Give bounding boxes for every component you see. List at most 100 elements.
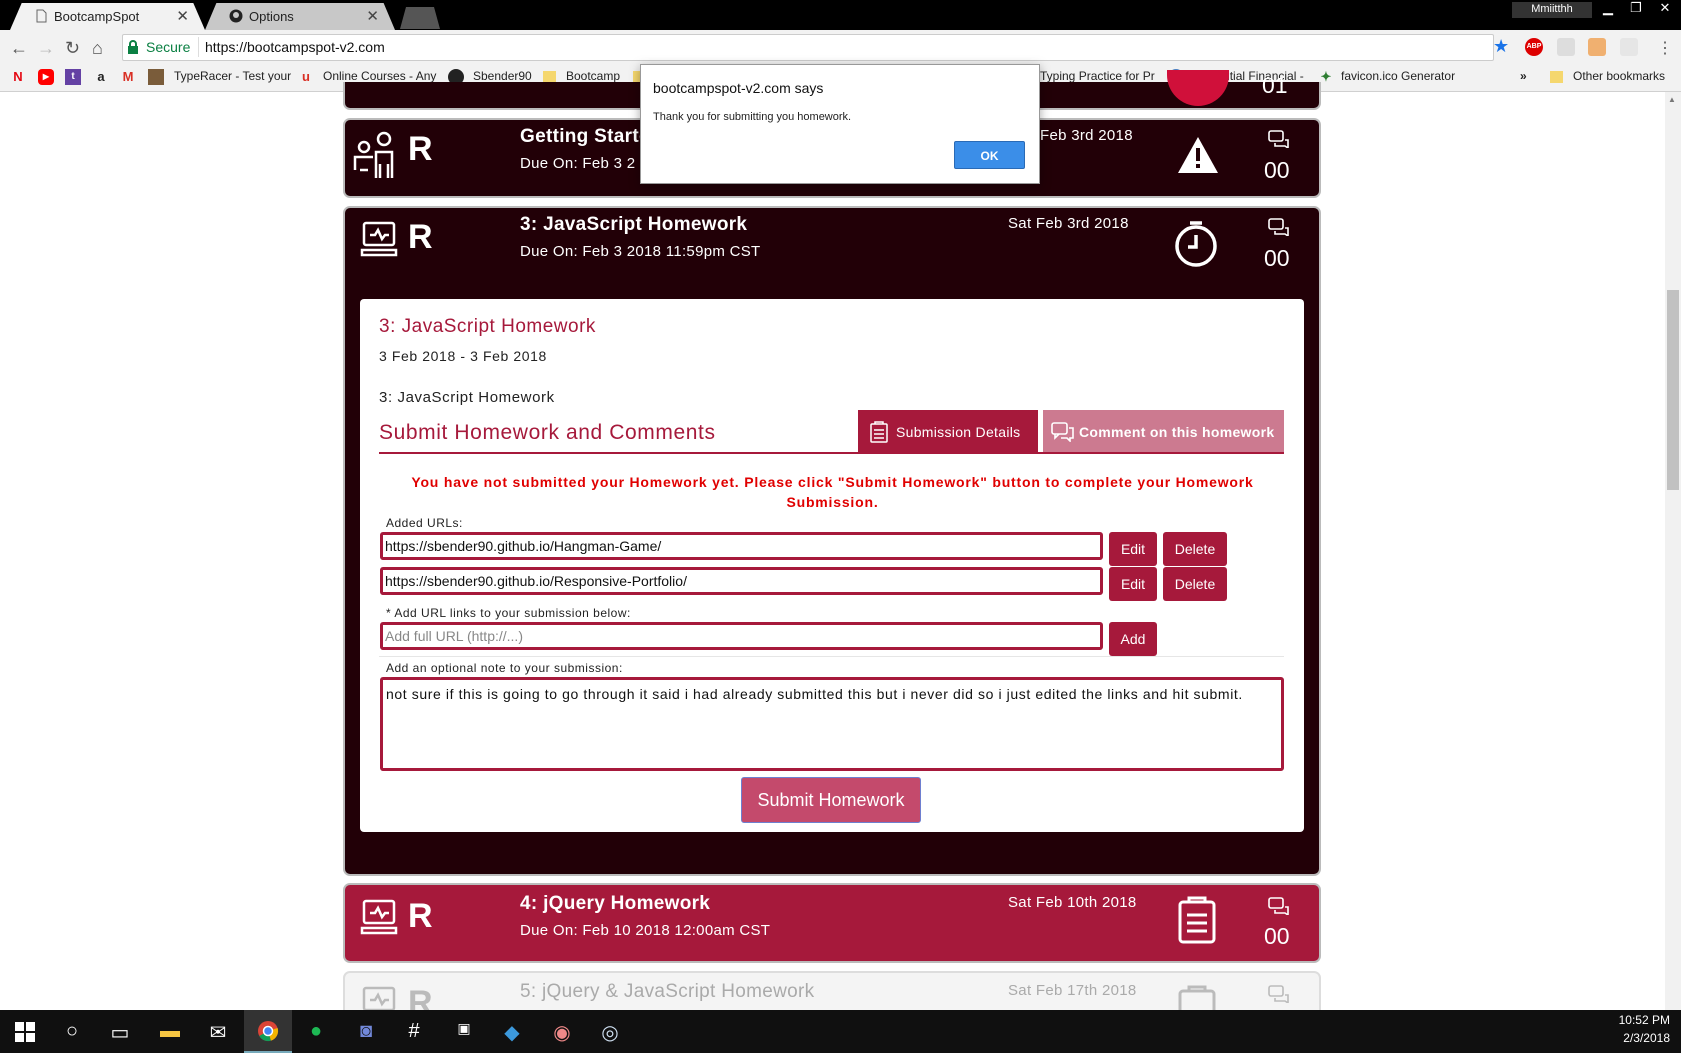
new-tab-button[interactable] — [400, 7, 440, 29]
forward-icon[interactable]: → — [37, 38, 55, 59]
discord-icon[interactable]: ◙ — [342, 1010, 390, 1053]
assignment-card[interactable] — [343, 883, 1321, 963]
divider — [379, 656, 1284, 657]
delete-button[interactable]: Delete — [1163, 532, 1227, 566]
assignment-due: Due On: Feb 10 2018 12:00am CST — [520, 922, 771, 939]
bookmark-typeracer[interactable]: TypeRacer - Test your — [174, 69, 291, 83]
close-icon[interactable]: ✕ — [366, 7, 379, 25]
home-icon[interactable]: ⌂ — [92, 38, 103, 59]
folder-icon[interactable] — [1550, 71, 1563, 83]
dialog-ok-button[interactable]: OK — [954, 141, 1025, 169]
app-icon[interactable]: ◉ — [538, 1010, 586, 1053]
task-view-icon[interactable]: ▭ — [96, 1010, 144, 1053]
slack-icon[interactable]: # — [390, 1010, 438, 1053]
steam-icon[interactable]: ◎ — [586, 1010, 634, 1053]
required-badge: R — [408, 130, 433, 168]
scroll-up-icon[interactable]: ▲ — [1668, 95, 1676, 104]
clipboard-icon — [1178, 896, 1216, 944]
tab-comment[interactable]: Comment on this homework — [1043, 410, 1284, 452]
typeracer-icon[interactable] — [148, 69, 164, 85]
bookmark-bootcamp[interactable]: Bootcamp — [566, 69, 620, 83]
extension-icon[interactable] — [1557, 38, 1575, 56]
tab-options[interactable]: Options ✕ — [205, 3, 395, 30]
profile-button[interactable]: Mmiitthh — [1512, 2, 1592, 18]
tab-title: Options — [249, 9, 294, 24]
chrome-icon[interactable] — [244, 1010, 292, 1053]
bookmark-star-icon[interactable]: ★ — [1493, 36, 1509, 57]
menu-icon[interactable]: ⋮ — [1657, 38, 1673, 58]
scrollbar-thumb[interactable] — [1667, 290, 1679, 490]
url-field[interactable]: https://sbender90.github.io/Responsive-P… — [380, 567, 1103, 595]
add-button[interactable]: Add — [1109, 622, 1157, 656]
twitch-icon[interactable]: t — [65, 69, 81, 85]
computer-icon — [360, 221, 398, 257]
scrollbar[interactable] — [1665, 92, 1681, 1010]
adblock-icon[interactable]: ABP — [1525, 38, 1543, 56]
delete-button[interactable]: Delete — [1163, 567, 1227, 601]
minimize-icon[interactable]: ▁ — [1594, 0, 1622, 18]
teacher-icon — [353, 131, 394, 178]
panel-title: 3: JavaScript Homework — [379, 316, 596, 337]
restore-icon[interactable]: ❐ — [1622, 0, 1650, 18]
add-url-input[interactable]: Add full URL (http://...) — [380, 622, 1103, 650]
required-badge: R — [408, 984, 433, 1010]
bookmark-typing-practice[interactable]: Typing Practice for Pr — [1040, 69, 1155, 83]
udemy-icon[interactable]: u — [298, 69, 314, 85]
url-divider — [198, 37, 199, 57]
assignment-date: Sat Feb 10th 2018 — [1008, 894, 1137, 911]
terminal-icon[interactable]: ▣ — [440, 1010, 488, 1053]
edit-button[interactable]: Edit — [1109, 532, 1157, 566]
clock-time: 10:52 PM — [1618, 1013, 1670, 1027]
vscode-icon[interactable]: ◆ — [488, 1010, 536, 1053]
dialog-title: bootcampspot-v2.com says — [653, 80, 824, 96]
url-text[interactable]: https://bootcampspot-v2.com — [205, 39, 385, 55]
window-close-icon[interactable]: ✕ — [1651, 0, 1679, 18]
mail-icon[interactable]: ✉ — [194, 1010, 242, 1053]
edit-button[interactable]: Edit — [1109, 567, 1157, 601]
extension-icon[interactable] — [1620, 38, 1638, 56]
clock-date: 2/3/2018 — [1623, 1031, 1670, 1045]
youtube-icon[interactable]: ▶ — [38, 69, 54, 85]
url-field[interactable]: https://sbender90.github.io/Hangman-Game… — [380, 532, 1103, 560]
bookmark-online-courses[interactable]: Online Courses - Any — [323, 69, 436, 83]
reload-icon[interactable]: ↻ — [65, 38, 80, 59]
back-icon[interactable]: ← — [10, 38, 28, 59]
spotify-icon[interactable]: ● — [292, 1010, 340, 1053]
page-icon — [36, 9, 47, 23]
file-explorer-icon[interactable]: ▬ — [146, 1010, 194, 1053]
clipboard-icon — [1178, 985, 1216, 1010]
warning-icon — [1178, 137, 1218, 173]
windows-start-icon[interactable] — [15, 1022, 35, 1042]
close-icon[interactable]: ✕ — [176, 7, 189, 25]
bookmark-sbender90[interactable]: Sbender90 — [473, 69, 532, 83]
tab-bootcampspot[interactable]: BootcampSpot ✕ — [10, 3, 205, 30]
tab-submission-details[interactable]: Submission Details — [858, 410, 1038, 452]
bookmarks-overflow[interactable]: » — [1520, 69, 1527, 83]
dialog-message: Thank you for submitting you homework. — [653, 111, 852, 123]
secure-label: Secure — [146, 39, 191, 55]
comment-icon — [1051, 422, 1074, 442]
comment-count: 00 — [1264, 245, 1290, 271]
required-badge: R — [408, 218, 433, 256]
cortana-icon[interactable]: ○ — [48, 1010, 96, 1053]
bookmark-other[interactable]: Other bookmarks — [1573, 69, 1665, 83]
clipboard-icon — [870, 421, 888, 443]
extension-icon[interactable] — [1588, 38, 1606, 56]
assignment-title: Getting Starte — [520, 126, 650, 147]
comment-count: 01 — [1262, 78, 1288, 93]
bookmark-favicon-generator[interactable]: favicon.ico Generator — [1341, 69, 1455, 83]
gmail-icon[interactable]: M — [120, 69, 136, 85]
submit-homework-button[interactable]: Submit Homework — [741, 777, 921, 823]
tab-label: Comment on this homework — [1079, 424, 1275, 440]
assignment-due: Due On: Feb 3 2018 11:59pm CST — [520, 243, 761, 260]
netflix-icon[interactable]: N — [10, 69, 26, 85]
section-title: Submit Homework and Comments — [379, 421, 716, 444]
comment-icon — [1268, 985, 1289, 1003]
amazon-icon[interactable]: a — [93, 69, 109, 85]
note-textarea[interactable]: not sure if this is going to go through … — [380, 677, 1284, 771]
added-urls-label: Added URLs: — [386, 516, 463, 530]
homework-description: 3: JavaScript Homework — [379, 389, 555, 406]
section-divider — [379, 452, 1284, 454]
comment-count: 00 — [1264, 157, 1290, 183]
assignment-date: Feb 3rd 2018 — [1040, 127, 1133, 144]
